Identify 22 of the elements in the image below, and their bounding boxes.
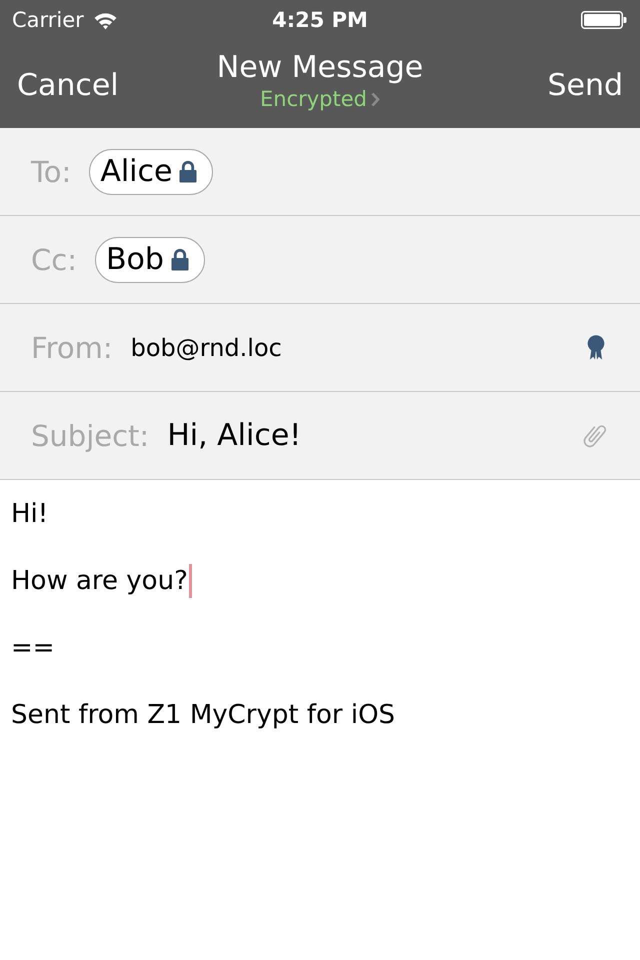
encryption-status-button[interactable]: Encrypted: [260, 86, 380, 112]
field-label: Subject:: [31, 418, 150, 452]
message-text-line: Hi!: [11, 498, 48, 528]
certificate-icon: [587, 335, 605, 360]
cancel-button[interactable]: Cancel: [17, 68, 119, 102]
recipient-chip[interactable]: Bob: [94, 236, 205, 282]
chevron-icon: [371, 92, 380, 106]
window-title: New Message: [216, 50, 424, 86]
send-button[interactable]: Send: [547, 68, 623, 102]
field-label: Cc:: [31, 242, 77, 276]
wifi-icon: [92, 10, 118, 30]
field-label: From:: [31, 330, 113, 364]
message-text-line: How are you?: [11, 566, 188, 596]
message-text-line: ==: [11, 632, 55, 662]
sender-field[interactable]: bob@rnd.loc: [130, 334, 569, 362]
carrier-name: Carrier: [12, 8, 84, 32]
recipient-chip[interactable]: Alice: [89, 148, 214, 194]
battery-icon: [581, 11, 627, 29]
subject-field[interactable]: Hi, Alice!: [167, 418, 563, 453]
field-label: To:: [31, 154, 72, 188]
status-time: 4:25 PM: [272, 8, 368, 32]
message-text-line: Sent from Z1 MyCrypt for iOS: [11, 700, 396, 730]
